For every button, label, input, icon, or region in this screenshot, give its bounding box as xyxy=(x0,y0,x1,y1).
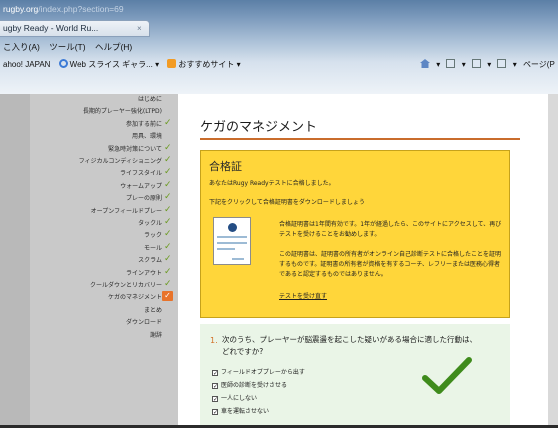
menu-bar: こ入り(A) ツール(T) ヘルプ(H) xyxy=(3,41,139,53)
checkbox-checked-icon[interactable]: ✓ xyxy=(212,396,218,403)
favorite-yahoo[interactable]: ahoo! JAPAN xyxy=(3,60,50,69)
sidebar-item[interactable]: 謝辞 xyxy=(150,330,162,339)
sidebar-item[interactable]: ライフスタイル xyxy=(120,168,162,177)
question-text: 次のうち、プレーヤーが脳震盪を起こした疑いがある場合に適した行動は、どれですか? xyxy=(222,335,477,356)
suggested-sites-icon xyxy=(167,59,177,68)
sidebar-item-check-icon: ✓ xyxy=(164,204,172,215)
thumbnail-line xyxy=(217,242,247,244)
question-number: 1. xyxy=(210,336,218,345)
sidebar-item[interactable]: タックル xyxy=(138,218,162,227)
sidebar-item[interactable]: ラック xyxy=(144,230,162,239)
url-path: /index.php?section=69 xyxy=(38,4,124,14)
thumbnail-line xyxy=(217,248,235,250)
sidebar-item-check-icon: ✓ xyxy=(164,266,172,277)
sidebar-item-active-check-icon: ✓ xyxy=(162,291,173,302)
sidebar-item[interactable]: ダウンロード xyxy=(126,317,162,326)
sidebar-item[interactable]: モール xyxy=(144,243,162,252)
sidebar-item[interactable]: フィジカルコンディショニング xyxy=(79,156,162,165)
favorite-suggested[interactable]: おすすめサイト ▾ xyxy=(167,59,241,69)
feeds-icon[interactable] xyxy=(446,59,456,68)
page-content: はじめに 長期的プレーヤー強化(LTPD) 参加する前に ✓ 用具、環境 緊急時対策につい… xyxy=(0,94,558,428)
favorites-bar: ahoo! JAPAN Web スライス ギャラ... ▾ おすすめサイト ▾ xyxy=(3,59,247,70)
browser-chrome: rugby.org/index.php?section=69 ugby Read… xyxy=(0,0,558,94)
ie-icon xyxy=(58,59,68,68)
favorite-web-slice-label: Web スライス ギャラ... xyxy=(69,60,153,69)
mail-icon[interactable] xyxy=(471,59,481,68)
sidebar-item-check-icon: ✓ xyxy=(164,217,172,227)
certificate-disclaimer-text: この証明書は、証明書の所有者がオンライン自己診断テストに合格したことを証明するも… xyxy=(279,251,502,278)
address-bar[interactable]: rugby.org/index.php?section=69 xyxy=(3,4,124,14)
thumbnail-line xyxy=(232,258,244,260)
sidebar-item[interactable]: クールダウンとリカバリー xyxy=(90,280,162,289)
sidebar-item[interactable]: スクラム xyxy=(138,255,162,264)
menu-help[interactable]: ヘルプ(H) xyxy=(95,42,132,52)
page-title: ケガのマネジメント xyxy=(200,120,318,135)
favorite-suggested-label: おすすめサイト xyxy=(178,60,235,69)
certificate-passed-text: あなたはRugy Readyテストに合格しました。 xyxy=(209,180,335,187)
checkbox-checked-icon[interactable]: ✓ xyxy=(212,409,218,416)
quiz-option-label: 医師の診断を受けさせる xyxy=(221,382,288,389)
quiz-option-label: フィールドオブプレーから出す xyxy=(221,369,305,376)
sidebar-item[interactable]: 用具、環境 xyxy=(132,131,162,140)
sidebar-item-check-icon: ✓ xyxy=(164,229,172,240)
print-icon[interactable] xyxy=(497,59,507,68)
mail-dropdown-icon[interactable]: ▾ xyxy=(487,60,491,69)
quiz-question-panel: 1. 次のうち、プレーヤーが脳震盪を起こした疑いがある場合に適した行動は、どれで… xyxy=(200,324,510,428)
sidebar-item-check-icon: ✓ xyxy=(164,254,172,265)
sidebar-item-check-icon: ✓ xyxy=(164,179,172,190)
command-bar: ▾ ▾ ▾ ▾ ページ(P xyxy=(420,59,558,70)
quiz-option-label: 一人にしない xyxy=(221,395,258,402)
sidebar-item[interactable]: ウォームアップ xyxy=(120,181,162,190)
right-margin xyxy=(548,94,558,428)
sidebar-item[interactable]: プレーの原則 xyxy=(126,193,162,202)
sidebar-item-check-icon: ✓ xyxy=(164,241,172,252)
correct-answer-check-icon xyxy=(422,357,472,394)
sidebar-item-check-icon: ✓ xyxy=(164,142,172,153)
sidebar-item[interactable]: 緊急時対策について xyxy=(108,144,162,153)
quiz-option[interactable]: ✓ フィールドオブプレーから出す xyxy=(212,367,305,377)
certificate-title: 合格証 xyxy=(209,160,242,173)
sidebar-item[interactable]: まとめ xyxy=(144,305,162,314)
menu-favorites[interactable]: こ入り(A) xyxy=(3,42,40,52)
tab-close-icon[interactable]: × xyxy=(137,24,142,33)
left-margin xyxy=(0,94,30,428)
certificate-download-instruction: 下記をクリックして合格証明書をダウンロードしましょう xyxy=(209,199,365,206)
sidebar-item-check-icon: ✓ xyxy=(164,155,172,165)
sidebar-item[interactable]: オープンフィールドプレー xyxy=(91,206,162,215)
checkbox-checked-icon[interactable]: ✓ xyxy=(212,370,218,377)
main-content: ケガのマネジメント 合格証 あなたはRugy Readyテストに合格しました。 … xyxy=(178,94,548,428)
favorite-yahoo-label: ahoo! JAPAN xyxy=(3,60,51,69)
feeds-dropdown-icon[interactable]: ▾ xyxy=(462,60,466,69)
url-domain: rugby.org xyxy=(3,4,39,14)
home-icon[interactable] xyxy=(420,59,430,68)
sidebar-item[interactable]: 長期的プレーヤー強化(LTPD) xyxy=(83,106,162,115)
sidebar-item-check-icon: ✓ xyxy=(164,167,172,178)
page-menu[interactable]: ページ(P xyxy=(523,60,555,69)
sidebar-item-check-icon: ✓ xyxy=(164,279,172,289)
quiz-option[interactable]: ✓ 一人にしない xyxy=(212,393,258,403)
title-divider xyxy=(200,138,520,140)
sidebar-item[interactable]: はじめに xyxy=(138,94,162,103)
sidebar-item-check-icon: ✓ xyxy=(164,192,172,203)
quiz-option-label: 車を運転させない xyxy=(221,408,270,415)
certificate-validity-text: 合格証明書は1年間有効です。1年が経過したら、このサイトにアクセスして、再びテス… xyxy=(279,221,502,238)
certificate-download-thumbnail[interactable] xyxy=(213,217,251,265)
sidebar-item[interactable]: 参加する前に xyxy=(126,119,162,128)
menu-tools[interactable]: ツール(T) xyxy=(49,42,85,52)
retake-test-link[interactable]: テストを受け直す xyxy=(279,291,327,300)
favorite-web-slice[interactable]: Web スライス ギャラ... ▾ xyxy=(58,59,159,69)
home-dropdown-icon[interactable]: ▾ xyxy=(436,60,440,69)
certificate-panel: 合格証 あなたはRugy Readyテストに合格しました。 下記をクリックして合… xyxy=(200,150,510,318)
print-dropdown-icon[interactable]: ▾ xyxy=(513,60,517,69)
tab-title: ugby Ready - World Ru... xyxy=(3,23,99,33)
quiz-option[interactable]: ✓ 車を運転させない xyxy=(212,406,270,416)
checkbox-checked-icon[interactable]: ✓ xyxy=(212,383,218,390)
sidebar-item[interactable]: ラインアウト xyxy=(126,268,162,277)
crest-icon xyxy=(228,223,237,232)
thumbnail-line xyxy=(217,236,247,238)
sidebar-item[interactable]: ケガのマネジメント xyxy=(108,292,162,301)
quiz-option[interactable]: ✓ 医師の診断を受けさせる xyxy=(212,380,288,390)
sidebar-item-check-icon: ✓ xyxy=(164,117,172,128)
browser-tab[interactable]: ugby Ready - World Ru... × xyxy=(0,20,150,37)
